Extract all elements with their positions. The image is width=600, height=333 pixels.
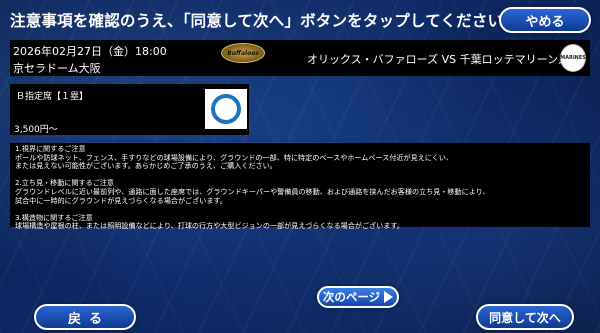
game-info-bar: 2026年02月27日（金）18:00 京セラドーム大阪 Buffaloes オ… (10, 40, 590, 76)
seat-name: Ｂ指定席【１塁】 (16, 92, 89, 102)
availability-indicator (205, 89, 247, 129)
marines-logo-text: MARINES (560, 55, 586, 61)
quit-button[interactable]: やめる (499, 7, 591, 33)
game-datetime: 2026年02月27日（金）18:00 (13, 45, 167, 58)
game-matchup: オリックス・バファローズ VS 千葉ロッテマリーンズ (307, 53, 569, 66)
next-page-button[interactable]: 次のページ (317, 286, 399, 308)
seat-info-panel: Ｂ指定席【１塁】 3,500円〜 (10, 84, 249, 135)
agree-next-button[interactable]: 同意して次へ (476, 304, 574, 330)
marines-logo-icon: MARINES (560, 44, 586, 72)
note-text: 試合中に一時的にグラウンドが見えづらくなる場合がございます。 (15, 195, 227, 205)
caution-notes: 1.視界に関するご注意 ポールや防球ネット、フェンス、手すりなどの球場設備により… (10, 143, 590, 230)
note-text: または見えない可能性がございます。あらかじめご了承のうえ、ご購入ください。 (15, 161, 277, 171)
note-text: 球場構造や屋根の柱、または照明設備などにより、打球の行方や大型ビジョンの一部が見… (15, 221, 404, 231)
next-page-label: 次のページ (322, 290, 381, 304)
game-venue: 京セラドーム大阪 (13, 62, 101, 75)
play-arrow-icon (384, 291, 394, 303)
seat-price: 3,500円〜 (14, 125, 58, 135)
buffaloes-logo-text: Buffaloes (227, 49, 259, 57)
buffaloes-logo-icon: Buffaloes (221, 43, 265, 63)
circle-available-icon (211, 94, 241, 124)
back-button[interactable]: 戻る (34, 304, 136, 330)
page-title: 注意事項を確認のうえ、「同意して次へ」ボタンをタップしてください (10, 12, 504, 30)
